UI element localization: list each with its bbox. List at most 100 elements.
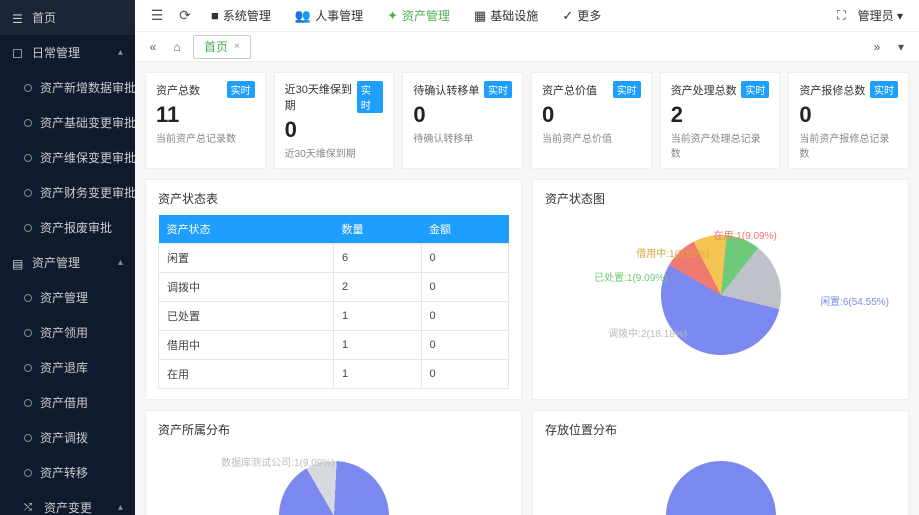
refresh-icon[interactable]: ⟳ [171,7,199,24]
sidebar-item[interactable]: 资产管理 [0,280,135,315]
menu-toggle-icon[interactable]: ☰ [143,7,171,24]
stats-row: 资产总数实时 11 当前资产总记录数 近30天维保到期实时 0 近30天维保到期… [145,72,909,169]
close-icon[interactable]: × [234,41,240,52]
pie-icon [258,441,408,515]
location-chart-panel: 存放位置分布 [532,410,909,515]
sidebar-home[interactable]: ☰ 首页 [0,0,135,35]
sidebar-item[interactable]: 资产基础变更审批 [0,105,135,140]
table-cell: 1 [334,360,422,389]
location-pie-chart [545,446,896,515]
table-row: 调拨中20 [159,273,509,302]
sidebar-group-asset[interactable]: ▤ 资产管理 ▴ [0,245,135,280]
stat-card: 待确认转移单实时 0 待确认转移单 [402,72,523,169]
stat-title: 资产总价值 [542,82,597,98]
fullscreen-icon[interactable]: ⛶ [837,8,845,23]
sidebar-group-label: 日常管理 [32,44,118,61]
stat-card: 资产总价值实时 0 当前资产总价值 [531,72,652,169]
table-cell: 1 [334,302,422,331]
table-cell: 6 [334,244,422,273]
sidebar-item[interactable]: 资产维保变更审批 [0,140,135,175]
sidebar-item-label: 资产报废审批 [40,219,123,236]
table-cell: 0 [421,331,509,360]
status-table: 资产状态 数量 金额 闲置60 调拨中20 已处置10 借用中10 在用10 [158,215,509,389]
table-cell: 闲置 [159,244,334,273]
table-row: 借用中10 [159,331,509,360]
panel-title: 资产状态图 [545,190,896,207]
stat-card: 资产报修总数实时 0 当前资产报修总记录数 [788,72,909,169]
nav-hr[interactable]: 👥人事管理 [283,0,375,31]
table-cell: 在用 [159,360,334,389]
stat-card: 资产处理总数实时 2 当前资产处理总记录数 [660,72,781,169]
pie-label: 已处置:1(9.09%) [594,269,667,284]
stat-title: 待确认转移单 [413,82,479,98]
stat-number: 0 [799,102,898,128]
bullet-icon [24,329,32,337]
nav-system[interactable]: ■系统管理 [199,0,283,31]
stat-badge: 实时 [741,81,769,98]
asset-nav-icon: ✦ [387,8,398,24]
table-header: 资产状态 [159,215,334,244]
stat-desc: 近30天维保到期 [285,145,384,160]
stat-badge: 实时 [870,81,898,98]
table-cell: 0 [421,273,509,302]
bullet-icon [24,399,32,407]
tab-home[interactable]: 首页 × [193,35,251,59]
chevron-up-icon: ▴ [118,502,123,513]
sidebar-item[interactable]: ⤭资产变更▴ [0,490,135,515]
main: ☰ ⟳ ■系统管理 👥人事管理 ✦资产管理 ▦基础设施 ✓更多 ⛶ 管理员 ▾ … [135,0,919,515]
nav-label: 基础设施 [490,7,538,24]
stat-number: 11 [156,102,255,128]
stat-number: 0 [413,102,512,128]
home-icon: ☰ [12,12,24,24]
nav-asset[interactable]: ✦资产管理 [375,0,462,31]
stat-card: 近30天维保到期实时 0 近30天维保到期 [274,72,395,169]
nav-infra[interactable]: ▦基础设施 [462,0,550,31]
sidebar-item[interactable]: 资产退库 [0,350,135,385]
stat-desc: 待确认转移单 [413,130,512,145]
panel-title: 存放位置分布 [545,421,896,438]
table-cell: 0 [421,360,509,389]
sidebar-item[interactable]: 资产转移 [0,455,135,490]
sidebar-item-label: 资产基础变更审批 [40,114,135,131]
sidebar-group-label: 资产管理 [32,254,118,271]
status-table-panel: 资产状态表 资产状态 数量 金额 闲置60 调拨中20 已处置10 借用中10 [145,179,522,400]
pie-label: 借用中:1(9.09%) [636,245,709,260]
sidebar-item-label: 资产退库 [40,359,123,376]
sidebar-item-label: 资产维保变更审批 [40,149,135,166]
stat-card: 资产总数实时 11 当前资产总记录数 [145,72,266,169]
sidebar-item-label: 资产财务变更审批 [40,184,135,201]
belong-chart-panel: 资产所属分布 数据库测试公司:1(9.09%) [145,410,522,515]
tabs-home-icon[interactable]: ⌂ [165,40,189,54]
content[interactable]: 资产总数实时 11 当前资产总记录数 近30天维保到期实时 0 近30天维保到期… [135,62,919,515]
tabs-prev-icon[interactable]: « [141,40,165,54]
nav-more[interactable]: ✓更多 [550,0,613,31]
sidebar-item[interactable]: 资产报废审批 [0,210,135,245]
pie-label: 数据库测试公司:1(9.09%) [221,454,334,469]
stat-number: 2 [671,102,770,128]
sidebar-item[interactable]: 资产借用 [0,385,135,420]
sidebar-group-daily[interactable]: ☐ 日常管理 ▴ [0,35,135,70]
chevron-up-icon: ▴ [118,47,123,58]
bullet-icon [24,189,32,197]
user-menu[interactable]: 管理员 ▾ [858,7,903,24]
chevron-up-icon: ▴ [118,257,123,268]
table-cell: 2 [334,273,422,302]
table-header: 金额 [421,215,509,244]
bullet-icon [24,434,32,442]
nav-label: 资产管理 [402,7,450,24]
table-row: 已处置10 [159,302,509,331]
grid-icon: ▦ [474,8,486,24]
stat-title: 资产总数 [156,82,200,98]
stat-desc: 当前资产报修总记录数 [799,130,898,160]
sidebar-home-label: 首页 [32,9,123,26]
sidebar-item[interactable]: 资产财务变更审批 [0,175,135,210]
sidebar-item[interactable]: 资产调拨 [0,420,135,455]
tabs-menu-icon[interactable]: ▾ [889,40,913,54]
pie-label: 闲置:6(54.55%) [820,293,889,308]
tabs-next-icon[interactable]: » [865,40,889,54]
sidebar-item[interactable]: 资产领用 [0,315,135,350]
table-cell: 0 [421,244,509,273]
sidebar-item[interactable]: 资产新增数据审批 [0,70,135,105]
sidebar-item-label: 资产变更 [44,499,118,515]
pie-label: 调拨中:2(18.18%) [608,325,687,340]
